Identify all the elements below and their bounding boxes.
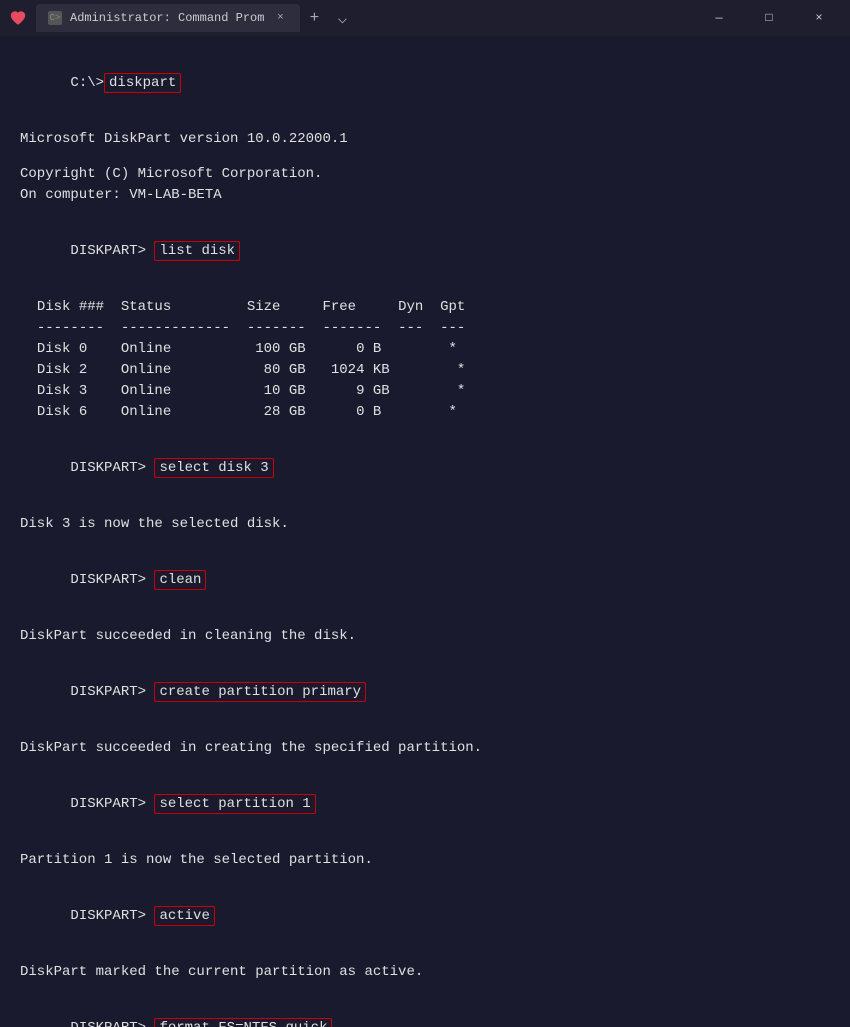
maximize-button[interactable]: □ xyxy=(746,0,792,36)
tab-dropdown-button[interactable]: ⌵ xyxy=(328,4,356,32)
table-header: Disk ### Status Size Free Dyn Gpt xyxy=(20,297,830,318)
clean-prompt-line: DISKPART> clean xyxy=(20,549,830,612)
active-result: DiskPart marked the current partition as… xyxy=(20,962,830,983)
select-partition-prompt-line: DISKPART> select partition 1 xyxy=(20,773,830,836)
create-partition-prompt-line: DISKPART> create partition primary xyxy=(20,661,830,724)
initial-prompt: C:\> xyxy=(70,75,104,91)
copyright-line: Copyright (C) Microsoft Corporation. xyxy=(20,164,830,185)
active-prompt-line: DISKPART> active xyxy=(20,885,830,948)
clean-result: DiskPart succeeded in cleaning the disk. xyxy=(20,626,830,647)
active-command: active xyxy=(154,906,214,926)
disk3-row: Disk 3 Online 10 GB 9 GB * xyxy=(20,381,830,402)
list-disk-command: list disk xyxy=(154,241,240,261)
active-tab[interactable]: C> Administrator: Command Prom × xyxy=(36,4,300,32)
computer-line: On computer: VM-LAB-BETA xyxy=(20,185,830,206)
prompt3: DISKPART> xyxy=(70,572,146,588)
window-controls: — □ × xyxy=(696,0,842,36)
select-disk-prompt-line: DISKPART> select disk 3 xyxy=(20,437,830,500)
clean-command: clean xyxy=(154,570,206,590)
disk2-row: Disk 2 Online 80 GB 1024 KB * xyxy=(20,360,830,381)
prompt6: DISKPART> xyxy=(70,908,146,924)
select-partition-command: select partition 1 xyxy=(154,794,315,814)
close-button[interactable]: × xyxy=(796,0,842,36)
tab-label: Administrator: Command Prom xyxy=(70,11,264,25)
create-partition-command: create partition primary xyxy=(154,682,366,702)
disk6-row: Disk 6 Online 28 GB 0 B * xyxy=(20,402,830,423)
terminal-content[interactable]: C:\>diskpart Microsoft DiskPart version … xyxy=(0,36,850,1027)
app-logo xyxy=(8,8,28,28)
prompt7: DISKPART> xyxy=(70,1020,146,1027)
tab-close-button[interactable]: × xyxy=(272,10,288,26)
new-tab-button[interactable]: + xyxy=(300,4,328,32)
select-disk-result: Disk 3 is now the selected disk. xyxy=(20,514,830,535)
select-partition-result: Partition 1 is now the selected partitio… xyxy=(20,850,830,871)
prompt4: DISKPART> xyxy=(70,684,146,700)
version-line: Microsoft DiskPart version 10.0.22000.1 xyxy=(20,129,830,150)
create-partition-result: DiskPart succeeded in creating the speci… xyxy=(20,738,830,759)
prompt5: DISKPART> xyxy=(70,796,146,812)
list-disk-prompt-line: DISKPART> list disk xyxy=(20,220,830,283)
tab-area: C> Administrator: Command Prom × + ⌵ xyxy=(36,4,696,32)
prompt1: DISKPART> xyxy=(70,243,146,259)
minimize-button[interactable]: — xyxy=(696,0,742,36)
terminal-window: C> Administrator: Command Prom × + ⌵ — □… xyxy=(0,0,850,1027)
initial-command-line: C:\>diskpart xyxy=(20,52,830,115)
select-disk-command: select disk 3 xyxy=(154,458,273,478)
cmd-icon: C> xyxy=(48,11,62,25)
diskpart-command: diskpart xyxy=(104,73,181,93)
table-separator: -------- ------------- ------- ------- -… xyxy=(20,318,830,339)
titlebar: C> Administrator: Command Prom × + ⌵ — □… xyxy=(0,0,850,36)
prompt2: DISKPART> xyxy=(70,460,146,476)
format-prompt-line: DISKPART> format FS=NTFS quick xyxy=(20,997,830,1027)
disk0-row: Disk 0 Online 100 GB 0 B * xyxy=(20,339,830,360)
format-command: format FS=NTFS quick xyxy=(154,1018,332,1027)
